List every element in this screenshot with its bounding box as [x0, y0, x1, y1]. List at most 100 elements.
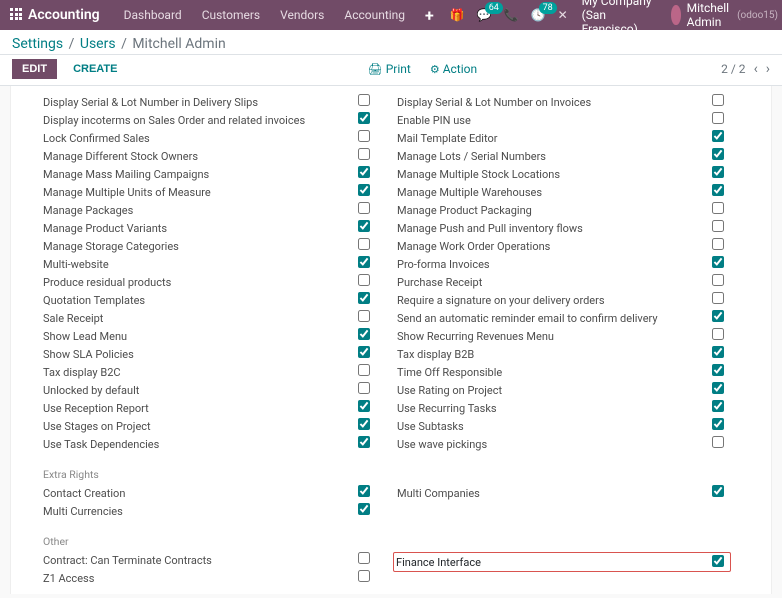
permission-row: Manage Lots / Serial Numbers [397, 148, 731, 166]
permission-checkbox[interactable] [712, 256, 724, 268]
nav-dashboard[interactable]: Dashboard [124, 8, 182, 22]
permission-label: Pro-forma Invoices [397, 256, 705, 274]
permission-label: Use Recurring Tasks [397, 400, 705, 418]
permission-label: Display incoterms on Sales Order and rel… [43, 112, 351, 130]
permission-row: Use Reception Report [43, 400, 377, 418]
gift-icon[interactable]: 🎁 [450, 8, 465, 22]
permission-checkbox[interactable] [358, 436, 370, 448]
permission-row: Display Serial & Lot Number on Invoices [397, 94, 731, 112]
permission-label: Use Reception Report [43, 400, 351, 418]
permission-checkbox[interactable] [358, 292, 370, 304]
permission-checkbox[interactable] [712, 112, 724, 124]
permission-checkbox[interactable] [712, 364, 724, 376]
activities-icon[interactable]: 🕓78 [531, 8, 546, 22]
permission-row: Manage Multiple Stock Locations [397, 166, 731, 184]
app-brand[interactable]: Accounting [28, 7, 100, 23]
action-link[interactable]: ⚙ Action [430, 62, 477, 76]
permission-checkbox[interactable] [358, 400, 370, 412]
permission-checkbox[interactable] [358, 274, 370, 286]
db-name: (odoo15) [737, 10, 778, 21]
close-tray-icon[interactable]: ✕ [558, 8, 568, 22]
permission-checkbox[interactable] [358, 485, 370, 497]
permission-checkbox[interactable] [712, 328, 724, 340]
permission-checkbox[interactable] [712, 166, 724, 178]
permission-checkbox[interactable] [358, 238, 370, 250]
permission-row: Show Lead Menu [43, 328, 377, 346]
nav-add-icon[interactable]: + [425, 6, 434, 25]
permission-checkbox[interactable] [358, 364, 370, 376]
breadcrumb-settings[interactable]: Settings [12, 36, 63, 52]
permission-checkbox[interactable] [358, 166, 370, 178]
permission-row: Manage Product Variants [43, 220, 377, 238]
user-menu[interactable]: Mitchell Admin [687, 1, 729, 29]
permission-checkbox[interactable] [712, 274, 724, 286]
permission-row: Pro-forma Invoices [397, 256, 731, 274]
permission-checkbox[interactable] [712, 148, 724, 160]
nav-accounting[interactable]: Accounting [344, 8, 405, 22]
permission-checkbox[interactable] [712, 436, 724, 448]
phone-icon[interactable]: 📞 [504, 8, 519, 22]
permission-label: Lock Confirmed Sales [43, 130, 351, 148]
print-link[interactable]: 🖨 Print [368, 62, 411, 76]
pager-prev-icon[interactable]: ‹ [754, 61, 758, 77]
messages-icon[interactable]: 💬64 [477, 8, 492, 22]
permission-row: Purchase Receipt [397, 274, 731, 292]
permission-row: Use Recurring Tasks [397, 400, 731, 418]
other-col-right: Finance Interface [397, 552, 751, 588]
permission-checkbox[interactable] [712, 94, 724, 106]
permission-row: Quotation Templates [43, 292, 377, 310]
breadcrumb-current: Mitchell Admin [132, 36, 225, 52]
permission-checkbox[interactable] [358, 382, 370, 394]
breadcrumb-users[interactable]: Users [80, 36, 116, 52]
permission-label: Manage Multiple Units of Measure [43, 184, 351, 202]
company-selector[interactable]: My Company (San Francisco) [582, 0, 657, 36]
nav-customers[interactable]: Customers [202, 8, 260, 22]
edit-button[interactable]: EDIT [12, 59, 57, 79]
permission-checkbox[interactable] [358, 418, 370, 430]
permission-checkbox[interactable] [358, 328, 370, 340]
permission-checkbox[interactable] [712, 184, 724, 196]
permission-checkbox[interactable] [712, 346, 724, 358]
permission-checkbox[interactable] [712, 310, 724, 322]
permission-row: Manage Multiple Units of Measure [43, 184, 377, 202]
permission-checkbox[interactable] [358, 310, 370, 322]
permission-label: Multi-website [43, 256, 351, 274]
permission-checkbox[interactable] [358, 94, 370, 106]
permission-checkbox[interactable] [712, 202, 724, 214]
permission-checkbox[interactable] [358, 256, 370, 268]
permission-checkbox[interactable] [712, 485, 724, 497]
permission-label: Manage Product Variants [43, 220, 351, 238]
permission-label: Send an automatic reminder email to conf… [397, 310, 705, 328]
permission-checkbox[interactable] [712, 238, 724, 250]
permission-checkbox[interactable] [358, 570, 370, 582]
pager-next-icon[interactable]: › [766, 61, 770, 77]
permission-checkbox[interactable] [358, 148, 370, 160]
create-button[interactable]: CREATE [67, 62, 123, 76]
permission-row: Enable PIN use [397, 112, 731, 130]
permission-checkbox[interactable] [712, 292, 724, 304]
permission-checkbox[interactable] [712, 130, 724, 142]
permission-row: Use Task Dependencies [43, 436, 377, 454]
permission-checkbox[interactable] [712, 400, 724, 412]
permission-checkbox[interactable] [358, 220, 370, 232]
permission-checkbox[interactable] [358, 346, 370, 358]
permission-checkbox[interactable] [358, 202, 370, 214]
permission-checkbox[interactable] [358, 112, 370, 124]
other-col-left: Contract: Can Terminate ContractsZ1 Acce… [43, 552, 397, 588]
permission-checkbox[interactable] [712, 220, 724, 232]
permission-checkbox[interactable] [358, 552, 370, 564]
permission-checkbox[interactable] [358, 503, 370, 515]
permission-checkbox[interactable] [712, 555, 724, 567]
permission-checkbox[interactable] [358, 184, 370, 196]
permission-checkbox[interactable] [712, 382, 724, 394]
nav-vendors[interactable]: Vendors [280, 8, 324, 22]
permission-row: Time Off Responsible [397, 364, 731, 382]
permission-row: Multi Currencies [43, 503, 377, 521]
permission-checkbox[interactable] [712, 418, 724, 430]
permission-checkbox[interactable] [358, 130, 370, 142]
permission-label: Multi Companies [397, 485, 705, 503]
permission-row: Show Recurring Revenues Menu [397, 328, 731, 346]
permission-label: Display Serial & Lot Number in Delivery … [43, 94, 351, 112]
avatar[interactable] [671, 5, 681, 25]
apps-icon[interactable] [10, 8, 22, 22]
